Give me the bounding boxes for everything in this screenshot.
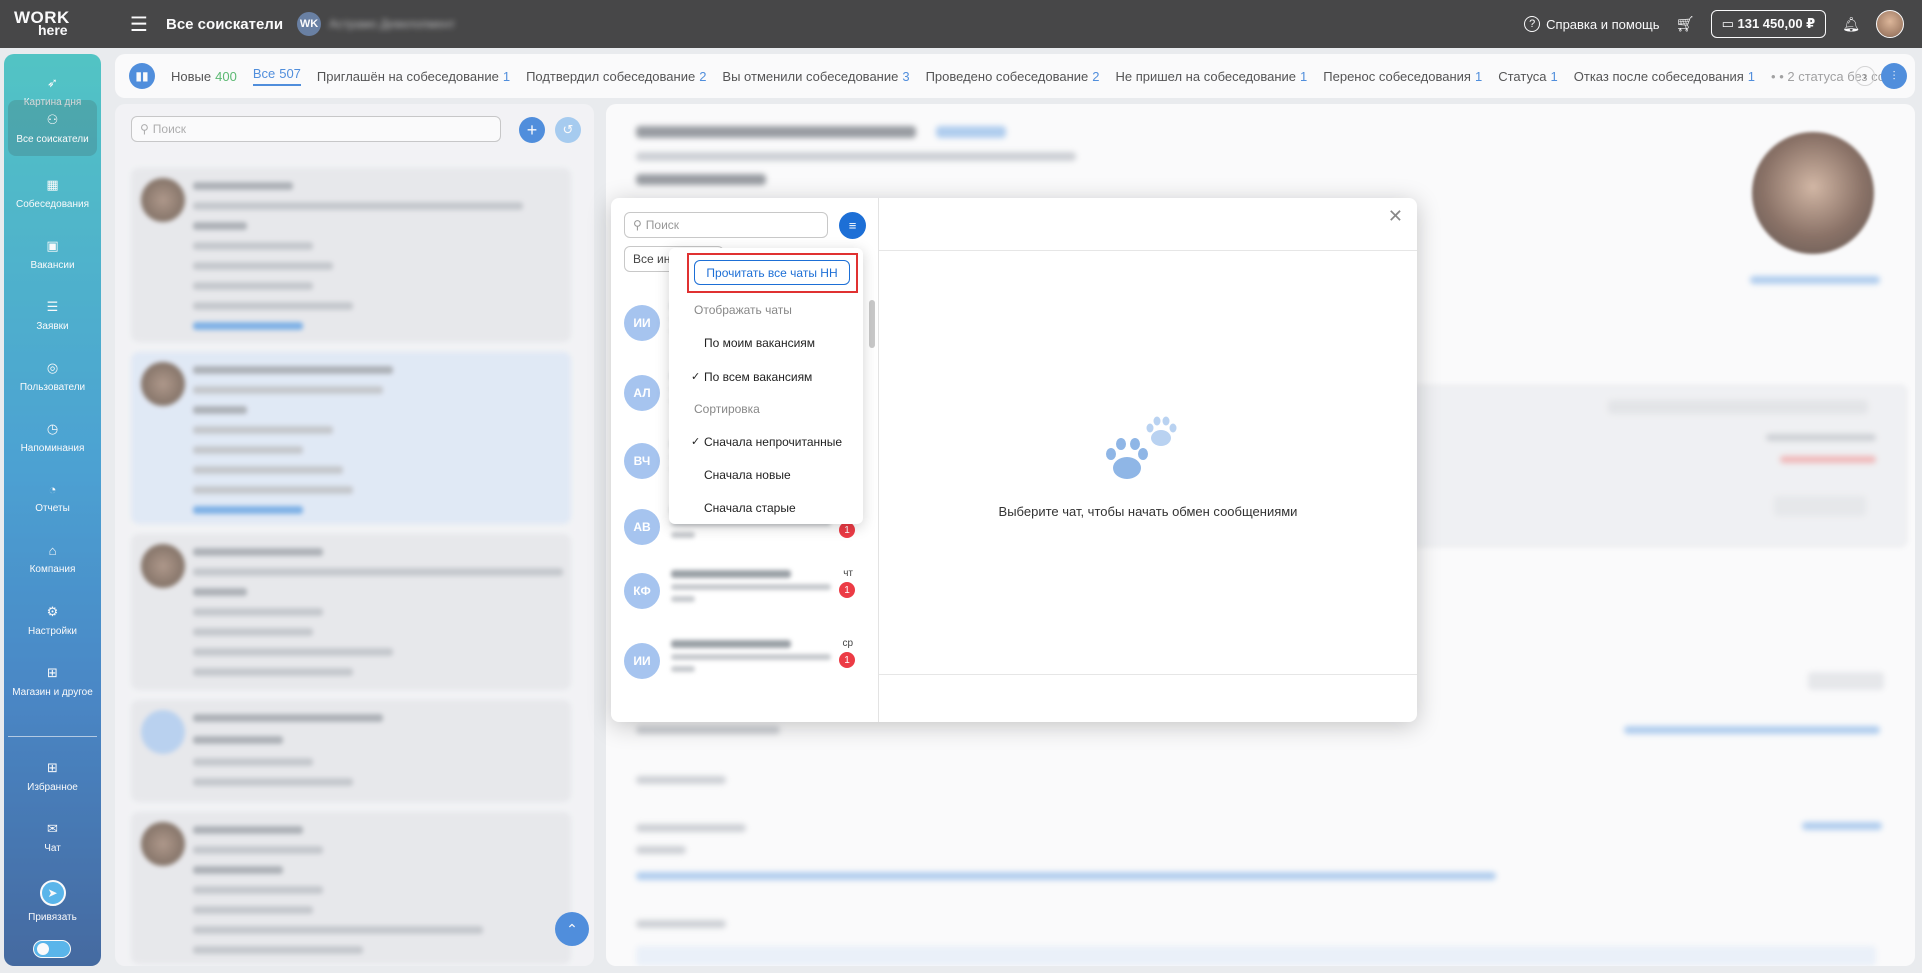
check-icon: ✓ [691, 371, 701, 383]
divider [879, 250, 1417, 251]
chat-avatar: ИИ [624, 643, 660, 679]
chat-list-item[interactable]: КФ чт 1 [611, 560, 879, 620]
chat-conversation-panel: ✕ Выберите чат, чтобы начать обмен сообщ… [879, 198, 1417, 722]
chat-avatar: КФ [624, 573, 660, 609]
unread-badge: 1 [839, 582, 855, 598]
empty-chat-message: Выберите чат, чтобы начать обмен сообщен… [998, 504, 1298, 519]
option-unread-first[interactable]: Сначала непрочитанные [704, 435, 842, 449]
chat-filter-dropdown: Прочитать все чаты НН Отображать чаты По… [669, 248, 863, 524]
show-chats-header: Отображать чаты [694, 303, 792, 317]
divider [879, 674, 1417, 675]
option-old-first[interactable]: Сначала старые [704, 501, 796, 515]
search-icon: ⚲ [633, 218, 642, 232]
chat-list-item[interactable]: ИИ ср 1 [611, 630, 879, 690]
check-icon: ✓ [691, 436, 701, 448]
paw-icon [1106, 416, 1177, 479]
annotation-highlight-box [687, 253, 858, 293]
chat-avatar: АВ [624, 509, 660, 545]
chat-avatar: ВЧ [624, 443, 660, 479]
chat-search-placeholder: Поиск [645, 218, 680, 232]
chat-filter-menu-icon[interactable]: ≡ [839, 212, 866, 239]
chat-day: чт [843, 568, 853, 579]
unread-badge: 1 [839, 522, 855, 538]
sort-header: Сортировка [694, 402, 760, 416]
close-icon[interactable]: ✕ [1388, 206, 1403, 227]
chat-day: ср [842, 638, 853, 649]
option-my-vacancies[interactable]: По моим вакансиям [704, 336, 815, 350]
chat-avatar: ИИ [624, 305, 660, 341]
unread-badge: 1 [839, 652, 855, 668]
option-all-vacancies[interactable]: По всем вакансиям [704, 370, 812, 384]
chat-list-scrollbar[interactable] [869, 288, 875, 708]
chat-search-input[interactable]: ⚲ Поиск [624, 212, 828, 238]
chat-avatar: АЛ [624, 375, 660, 411]
option-new-first[interactable]: Сначала новые [704, 468, 791, 482]
